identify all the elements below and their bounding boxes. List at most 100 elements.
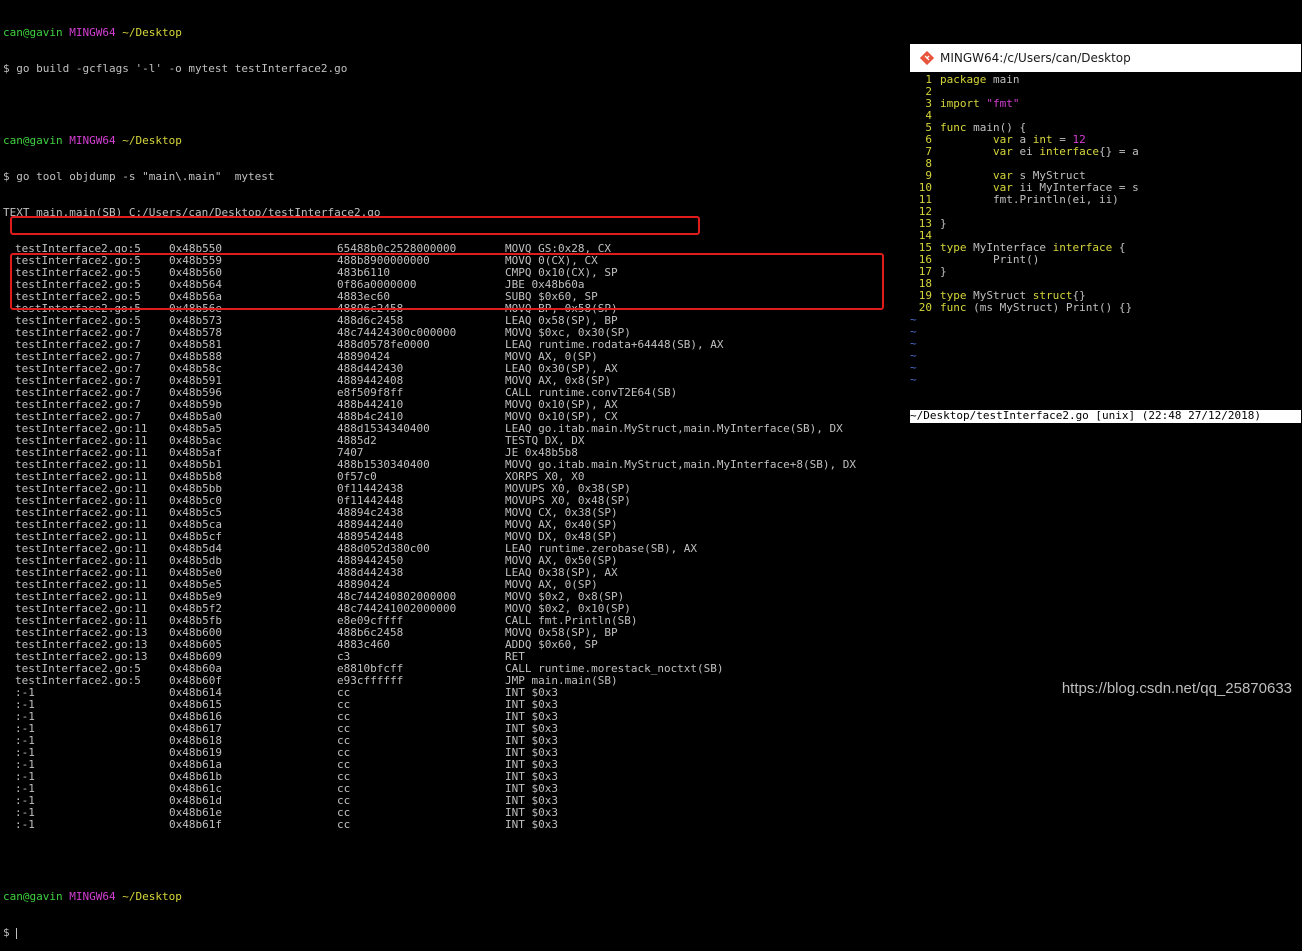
code-text: func (ms MyStruct) Print() {} bbox=[940, 301, 1133, 314]
disasm-row: :-1 0x48b617 cc INT $0x3 bbox=[3, 723, 903, 735]
machine-code: cc bbox=[337, 806, 351, 819]
source-location: :-1 bbox=[15, 806, 35, 819]
disassembly-listing: testInterface2.go:5 0x48b550 65488b0c25280… bbox=[3, 243, 903, 831]
source-location: :-1 bbox=[15, 782, 35, 795]
machine-code: cc bbox=[337, 710, 351, 723]
code-line: 17} bbox=[910, 266, 1301, 278]
source-location: :-1 bbox=[15, 734, 35, 747]
final-prompt[interactable]: $ bbox=[3, 927, 903, 939]
machine-code: cc bbox=[337, 794, 351, 807]
prompt-line-2: can@gavin MINGW64 ~/Desktop bbox=[3, 135, 903, 147]
address: 0x48b619 bbox=[169, 746, 222, 759]
prompt-line-1: can@gavin MINGW64 ~/Desktop bbox=[3, 27, 903, 39]
disasm-row: :-1 0x48b61d cc INT $0x3 bbox=[3, 795, 903, 807]
disasm-row: :-1 0x48b615 cc INT $0x3 bbox=[3, 699, 903, 711]
disasm-row: :-1 0x48b61e cc INT $0x3 bbox=[3, 807, 903, 819]
disasm-row: :-1 0x48b61c cc INT $0x3 bbox=[3, 783, 903, 795]
source-location: :-1 bbox=[15, 818, 35, 831]
instruction: INT $0x3 bbox=[505, 746, 558, 759]
machine-code: cc bbox=[337, 818, 351, 831]
instruction: INT $0x3 bbox=[505, 770, 558, 783]
code-line: 1 package main bbox=[910, 74, 1301, 86]
window-titlebar[interactable]: MINGW64:/c/Users/can/Desktop bbox=[910, 44, 1301, 72]
disasm-row: :-1 0x48b61b cc INT $0x3 bbox=[3, 771, 903, 783]
machine-code: cc bbox=[337, 770, 351, 783]
source-location: :-1 bbox=[15, 698, 35, 711]
machine-code: cc bbox=[337, 722, 351, 735]
source-location: :-1 bbox=[15, 722, 35, 735]
empty-line-tilde: ~ bbox=[910, 361, 917, 374]
source-location: :-1 bbox=[15, 794, 35, 807]
source-location: :-1 bbox=[15, 746, 35, 759]
prompt-user: can@gavin bbox=[3, 134, 63, 147]
code-line: 16 Print() bbox=[910, 254, 1301, 266]
empty-line-tilde: ~ bbox=[910, 337, 917, 350]
instruction: INT $0x3 bbox=[505, 794, 558, 807]
code-text: Print() bbox=[940, 253, 1040, 266]
code-text: fmt.Println(ei, ii) bbox=[940, 193, 1119, 206]
terminal-output: can@gavin MINGW64 ~/Desktop $ go build -… bbox=[3, 3, 903, 951]
empty-line-tilde: ~ bbox=[910, 373, 917, 386]
prompt-line-3: can@gavin MINGW64 ~/Desktop bbox=[3, 891, 903, 903]
machine-code: cc bbox=[337, 734, 351, 747]
address: 0x48b61f bbox=[169, 818, 222, 831]
code-line: 11 fmt.Println(ei, ii) bbox=[910, 194, 1301, 206]
machine-code: e93cffffff bbox=[337, 674, 404, 687]
empty-line-tilde: ~ bbox=[910, 349, 917, 362]
command-line-1: $ go build -gcflags '-l' -o mytest testI… bbox=[3, 62, 348, 75]
machine-code: cc bbox=[337, 686, 351, 699]
instruction: INT $0x3 bbox=[505, 818, 558, 831]
prompt-path: ~/Desktop bbox=[122, 134, 182, 147]
source-location: :-1 bbox=[15, 770, 35, 783]
source-location: :-1 bbox=[15, 758, 35, 771]
code-text: package main bbox=[940, 73, 1020, 86]
editor-window: MINGW64:/c/Users/can/Desktop 1 package ma… bbox=[910, 44, 1301, 436]
prompt-host: MINGW64 bbox=[69, 890, 116, 903]
code-text: } bbox=[940, 217, 947, 230]
instruction: INT $0x3 bbox=[505, 806, 558, 819]
address: 0x48b61b bbox=[169, 770, 222, 783]
instruction: INT $0x3 bbox=[505, 722, 558, 735]
disasm-row: :-1 0x48b61a cc INT $0x3 bbox=[3, 759, 903, 771]
address: 0x48b618 bbox=[169, 734, 222, 747]
address: 0x48b616 bbox=[169, 710, 222, 723]
empty-line-tilde: ~ bbox=[910, 313, 917, 326]
machine-code: cc bbox=[337, 782, 351, 795]
machine-code: cc bbox=[337, 746, 351, 759]
highlight-box-convT2E64 bbox=[10, 216, 700, 235]
machine-code: cc bbox=[337, 698, 351, 711]
source-location: :-1 bbox=[15, 710, 35, 723]
address: 0x48b61a bbox=[169, 758, 222, 771]
prompt-user: can@gavin bbox=[3, 890, 63, 903]
watermark: https://blog.csdn.net/qq_25870633 bbox=[1061, 680, 1292, 697]
window-title: MINGW64:/c/Users/can/Desktop bbox=[940, 51, 1131, 65]
code-text: } bbox=[940, 265, 947, 278]
address: 0x48b615 bbox=[169, 698, 222, 711]
text-cursor bbox=[16, 927, 18, 939]
disasm-row: testInterface2.go:5 0x48b60f e93cffffff JMP… bbox=[3, 675, 903, 687]
code-editor[interactable]: 1 package main 2 3 import "fmt" 4 5 func main()… bbox=[910, 74, 1301, 386]
instruction: INT $0x3 bbox=[505, 698, 558, 711]
instruction: INT $0x3 bbox=[505, 734, 558, 747]
address: 0x48b61c bbox=[169, 782, 222, 795]
address: 0x48b61d bbox=[169, 794, 222, 807]
disasm-row: :-1 0x48b614 cc INT $0x3 bbox=[3, 687, 903, 699]
vim-status-line: ~/Desktop/testInterface2.go [unix] (22:4… bbox=[910, 410, 1301, 423]
disasm-row: :-1 0x48b61f cc INT $0x3 bbox=[3, 819, 903, 831]
disasm-row: :-1 0x48b616 cc INT $0x3 bbox=[3, 711, 903, 723]
address: 0x48b617 bbox=[169, 722, 222, 735]
prompt-path: ~/Desktop bbox=[122, 26, 182, 39]
prompt-user: can@gavin bbox=[3, 26, 63, 39]
address: 0x48b61e bbox=[169, 806, 222, 819]
machine-code: cc bbox=[337, 758, 351, 771]
machine-code: 4883c460 bbox=[337, 638, 390, 651]
prompt-path: ~/Desktop bbox=[122, 890, 182, 903]
instruction: INT $0x3 bbox=[505, 782, 558, 795]
command-line-2: $ go tool objdump -s "main\.main" mytest bbox=[3, 170, 275, 183]
disasm-row: :-1 0x48b618 cc INT $0x3 bbox=[3, 735, 903, 747]
code-line: 13} bbox=[910, 218, 1301, 230]
empty-line-tilde: ~ bbox=[910, 325, 917, 338]
code-text: var ei interface{} = a bbox=[992, 145, 1139, 158]
prompt-host: MINGW64 bbox=[69, 134, 116, 147]
instruction: INT $0x3 bbox=[505, 710, 558, 723]
